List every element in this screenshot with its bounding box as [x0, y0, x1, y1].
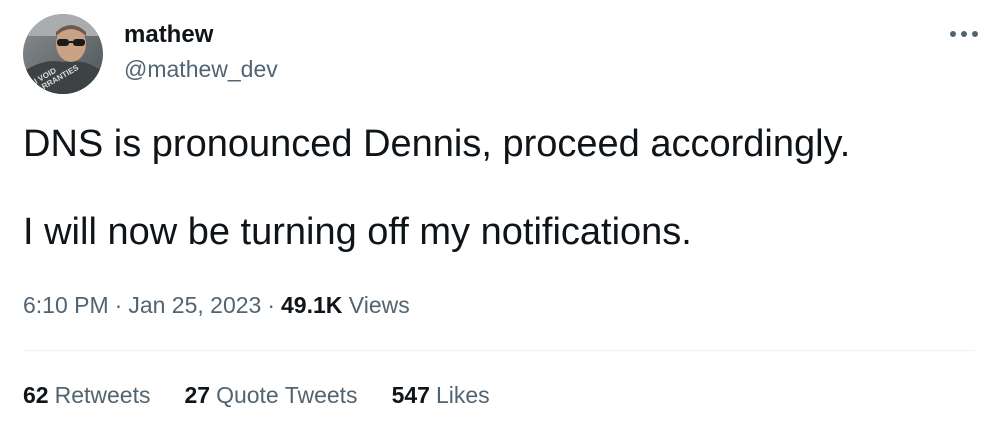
- tweet-text-line-1: DNS is pronounced Dennis, proceed accord…: [23, 123, 851, 165]
- divider: [23, 350, 975, 351]
- tweet-text-line-2: I will now be turning off my notificatio…: [23, 211, 692, 253]
- quote-tweets-label: Quote Tweets: [216, 382, 358, 408]
- more-options-button[interactable]: [946, 22, 982, 46]
- meta-separator: ·: [267, 292, 276, 318]
- views-count: 49.1K: [281, 292, 343, 318]
- avatar-photo: I VOID WARRANTIES: [23, 14, 103, 94]
- views-label: Views: [348, 292, 410, 318]
- tweet-card: I VOID WARRANTIES mathew @mathew_dev DNS…: [0, 0, 1000, 437]
- tweet-time[interactable]: 6:10 PM: [23, 292, 109, 318]
- likes-label: Likes: [435, 382, 490, 408]
- tweet-meta: 6:10 PM · Jan 25, 2023 · 49.1K Views: [23, 290, 410, 320]
- display-name[interactable]: mathew: [124, 20, 278, 50]
- retweets-count: 62: [23, 382, 49, 408]
- user-handle[interactable]: @mathew_dev: [124, 54, 278, 84]
- tweet-text: DNS is pronounced Dennis, proceed accord…: [23, 120, 973, 256]
- more-horizontal-icon: [950, 31, 978, 37]
- quote-tweets-count: 27: [184, 382, 211, 408]
- meta-separator: ·: [114, 292, 123, 318]
- likes-stat[interactable]: 547 Likes: [392, 380, 490, 410]
- likes-count: 547: [391, 382, 430, 408]
- retweets-stat[interactable]: 62 Retweets: [23, 380, 150, 410]
- tweet-stats: 62 Retweets 27 Quote Tweets 547 Likes: [23, 380, 524, 410]
- tweet-date[interactable]: Jan 25, 2023: [128, 292, 261, 318]
- user-info: mathew @mathew_dev: [124, 20, 278, 84]
- quote-tweets-stat[interactable]: 27 Quote Tweets: [184, 380, 357, 410]
- retweets-label: Retweets: [54, 382, 151, 408]
- avatar[interactable]: I VOID WARRANTIES: [23, 14, 103, 94]
